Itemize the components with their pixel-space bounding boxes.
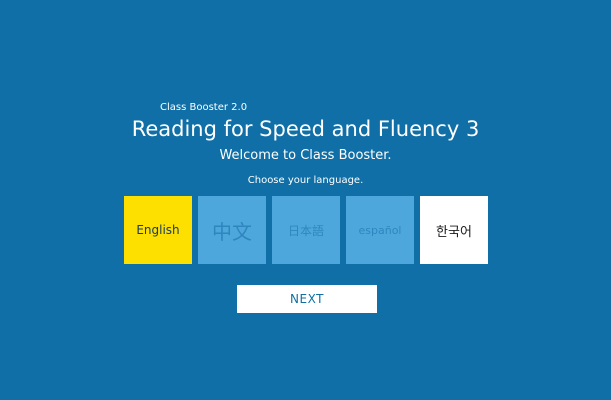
language-option-korean[interactable]: 한국어 <box>420 196 488 264</box>
next-button[interactable]: NEXT <box>237 285 377 313</box>
language-prompt: Choose your language. <box>247 175 364 186</box>
language-option-spanish[interactable]: español <box>346 196 414 264</box>
course-title: Reading for Speed and Fluency 3 <box>131 117 480 141</box>
language-option-chinese[interactable]: 中文 <box>198 196 266 264</box>
app-name: Class Booster 2.0 <box>160 102 248 113</box>
language-option-japanese[interactable]: 日本語 <box>272 196 340 264</box>
language-option-english[interactable]: English <box>124 196 192 264</box>
language-options: English 中文 日本語 español 한국어 <box>124 196 490 264</box>
welcome-message: Welcome to Class Booster. <box>219 148 392 163</box>
